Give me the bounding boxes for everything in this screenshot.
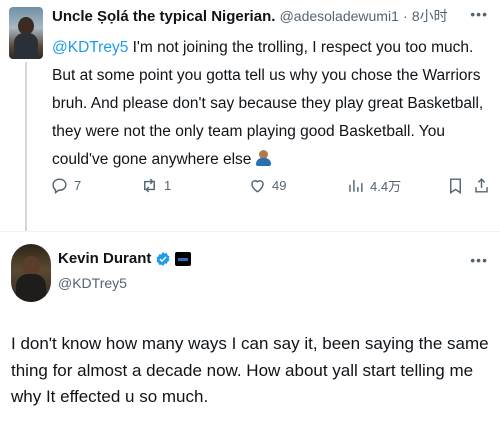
like-button[interactable]: 49 (248, 176, 286, 195)
affiliate-badge-icon[interactable] (175, 251, 192, 266)
more-icon[interactable]: ••• (470, 6, 488, 22)
share-icon (475, 178, 488, 193)
repost-button[interactable]: 1 (140, 176, 171, 195)
parent-tweet[interactable]: Uncle Ṣọlá the typical Nigerian. @adesol… (0, 0, 500, 232)
reply-count: 7 (74, 178, 82, 193)
tweet-text: @KDTrey5 I'm not joining the trolling, I… (52, 34, 492, 174)
bookmark-icon (450, 178, 461, 194)
avatar[interactable] (11, 244, 51, 302)
tweet-divider (0, 231, 500, 232)
separator-dot: · (403, 8, 408, 24)
views-icon (349, 179, 363, 192)
reply-button[interactable]: 7 (50, 176, 81, 195)
tweet-body: I'm not joining the trolling, I respect … (52, 39, 484, 168)
avatar[interactable] (9, 7, 43, 59)
mention-link[interactable]: @KDTrey5 (52, 39, 128, 56)
display-name[interactable]: Uncle Ṣọlá the typical Nigerian. (52, 8, 275, 25)
user-handle[interactable]: @KDTrey5 (58, 275, 127, 291)
timestamp[interactable]: 8小时 (412, 8, 448, 24)
reply-icon (52, 178, 67, 195)
more-icon[interactable]: ••• (470, 252, 488, 268)
display-name[interactable]: Kevin Durant (58, 250, 151, 267)
person-shrugging-emoji (255, 150, 271, 166)
avatar-body (16, 274, 46, 302)
avatar-body (14, 33, 38, 59)
author-row: Kevin Durant (58, 250, 192, 267)
tweet-text: I don't know how many ways I can say it,… (11, 334, 489, 406)
share-button[interactable] (472, 176, 491, 195)
tweet-header: Uncle Ṣọlá the typical Nigerian. @adesol… (52, 6, 460, 27)
views-count: 4.4万 (370, 179, 402, 194)
views-button[interactable]: 4.4万 (346, 176, 401, 195)
repost-count: 1 (164, 178, 172, 193)
verified-badge-icon[interactable] (155, 251, 171, 267)
tweet-actions: 7 1 49 4.4万 (50, 176, 490, 202)
user-handle[interactable]: @adesoladewumi1 (280, 8, 399, 24)
heart-icon (251, 180, 264, 193)
avatar-head (22, 256, 40, 276)
bookmark-button[interactable] (446, 176, 465, 195)
like-count: 49 (272, 178, 287, 193)
thread-connector-line (25, 62, 27, 232)
repost-icon (144, 178, 155, 193)
